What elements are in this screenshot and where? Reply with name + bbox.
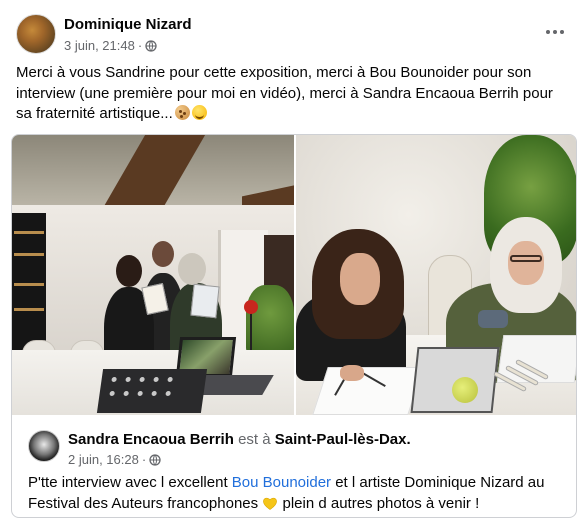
mixer-knob — [167, 377, 173, 382]
microphone — [244, 300, 258, 314]
mixer-knob — [123, 391, 129, 396]
more-icon-dot — [560, 30, 564, 34]
globe-icon[interactable] — [145, 39, 157, 52]
more-icon-dot — [553, 30, 557, 34]
author-name[interactable]: Dominique Nizard — [64, 16, 192, 33]
banner-stripe — [14, 231, 44, 234]
banner-stripe — [14, 253, 44, 256]
face — [508, 241, 544, 285]
mixer-knob — [125, 377, 131, 382]
drawing-paper — [496, 335, 576, 383]
mixer-knob — [153, 377, 159, 382]
mixer-knob — [165, 391, 171, 396]
glasses — [510, 255, 542, 262]
shared-post-header: Sandra Encaoua Berrih est à Saint-Paul-l… — [28, 427, 558, 467]
globe-icon[interactable] — [149, 453, 161, 466]
shared-author-avatar[interactable] — [28, 430, 60, 462]
hand — [340, 365, 364, 381]
author-avatar[interactable] — [16, 14, 56, 54]
microphone — [452, 377, 478, 403]
shared-text-start: P'tte interview avec l excellent — [28, 474, 232, 491]
post-meta: 3 juin, 21:48 · — [64, 38, 157, 53]
book — [190, 283, 220, 319]
post-text: Merci à vous Sandrine pour cette exposit… — [16, 63, 571, 125]
plant — [246, 285, 294, 355]
person-head — [178, 253, 206, 285]
face — [340, 253, 380, 305]
post-header: Dominique Nizard 3 juin, 21:48 · — [16, 14, 571, 56]
banner-stripe — [14, 308, 44, 311]
banner-stripe — [14, 283, 44, 286]
person-head — [152, 241, 174, 267]
photo-interview-group[interactable] — [12, 135, 294, 415]
meta-separator: · — [141, 452, 147, 467]
meta-separator: · — [137, 38, 143, 53]
arm-brace — [478, 310, 508, 328]
mixer-knob — [139, 377, 145, 382]
mention-link[interactable]: Bou Bounoider — [232, 474, 331, 491]
audio-mixer — [96, 369, 208, 413]
shared-text-end: plein d autres photos à venir ! — [278, 494, 480, 512]
photo-signing-table[interactable] — [296, 135, 576, 415]
mixer-knob — [111, 377, 117, 382]
shared-post-card[interactable]: Sandra Encaoua Berrih est à Saint-Paul-l… — [11, 134, 577, 518]
shared-post-text: P'tte interview avec l excellent Bou Bou… — [28, 473, 558, 514]
mixer-knob — [109, 391, 115, 396]
shared-place[interactable]: Saint-Paul-lès-Dax. — [275, 431, 411, 448]
smile-icon — [191, 105, 207, 120]
post-date[interactable]: 3 juin, 21:48 — [64, 38, 135, 53]
cookie-icon — [174, 105, 190, 120]
shared-post-date[interactable]: 2 juin, 16:28 — [68, 452, 139, 467]
shared-author-line: Sandra Encaoua Berrih est à Saint-Paul-l… — [68, 431, 411, 448]
checkin-text: est à — [238, 431, 271, 448]
more-icon — [546, 30, 550, 34]
yellow-heart-icon — [263, 497, 278, 510]
post-text-body: Merci à vous Sandrine pour cette exposit… — [16, 64, 553, 122]
mixer-knob — [137, 391, 143, 396]
person-head — [116, 255, 142, 287]
mixer-knob — [151, 391, 157, 396]
shared-author-name[interactable]: Sandra Encaoua Berrih — [68, 431, 234, 448]
more-options-button[interactable] — [543, 22, 567, 42]
shared-post-meta: 2 juin, 16:28 · — [68, 452, 161, 467]
